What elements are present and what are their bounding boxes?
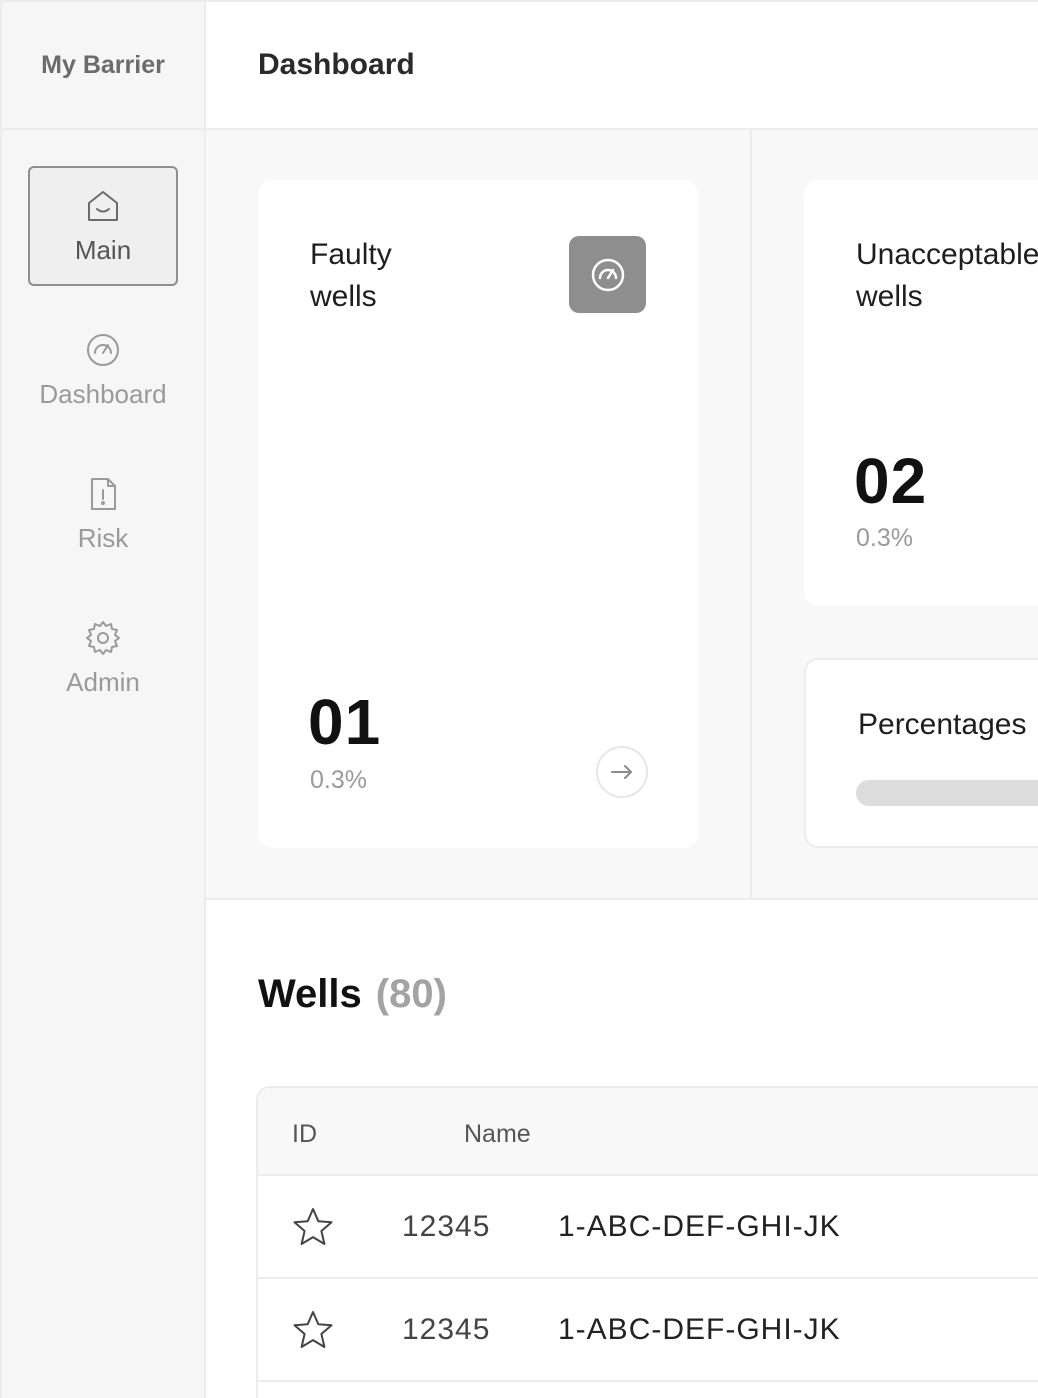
- arrow-right-icon: [611, 765, 632, 779]
- sidebar-item-dashboard[interactable]: Dashboard: [28, 310, 178, 430]
- home-icon: [88, 190, 118, 221]
- card-title: Percentages: [858, 708, 1027, 741]
- sidebar-item-label: Dashboard: [39, 378, 167, 409]
- sidebar-item-label: Main: [74, 234, 132, 265]
- sidebar-item-label: Risk: [77, 522, 129, 553]
- sidebar: My Barrier Main Dashboard Risk Admin: [0, 0, 206, 1398]
- star-icon[interactable]: [292, 1206, 334, 1248]
- vertical-divider: [750, 130, 752, 900]
- sidebar-item-label: Admin: [66, 666, 140, 697]
- star-icon[interactable]: [292, 1309, 334, 1351]
- card-title: Unacceptable wells: [856, 238, 1038, 313]
- app-root: My Barrier Main Dashboard Risk Admin Das…: [0, 0, 1038, 1398]
- progress-bar: [856, 780, 1038, 806]
- wells-heading: Wells (80): [258, 972, 447, 1017]
- column-header-id[interactable]: ID: [292, 1120, 317, 1149]
- faulty-wells-card[interactable]: Faulty wells 01 0.3%: [258, 180, 698, 848]
- wells-title: Wells: [258, 972, 362, 1016]
- table-header: ID Name: [258, 1088, 1038, 1176]
- gauge-icon: [87, 333, 119, 366]
- open-details-button[interactable]: [596, 746, 648, 798]
- cell-name: 1-ABC-DEF-GHI-JK: [558, 1313, 841, 1346]
- brand-name: My Barrier: [2, 2, 204, 130]
- cell-id: 12345: [402, 1210, 491, 1243]
- wells-table: ID Name 12345 1-ABC-DEF-GHI-JK 12345 1-A…: [256, 1086, 1038, 1398]
- sidebar-item-risk[interactable]: Risk: [28, 454, 178, 574]
- sidebar-nav: Main Dashboard Risk Admin: [2, 130, 204, 718]
- gear-icon: [86, 620, 120, 655]
- page-title: Dashboard: [258, 48, 415, 81]
- card-percent: 0.3%: [310, 766, 367, 794]
- card-badge: [569, 236, 646, 313]
- table-row[interactable]: 12345 1-ABC-DEF-GHI-JK: [258, 1279, 1038, 1382]
- file-alert-icon: [91, 477, 116, 510]
- card-title: Faulty wells: [310, 238, 392, 313]
- unacceptable-wells-card[interactable]: Unacceptable wells 02 0.3%: [804, 180, 1038, 606]
- sidebar-item-main[interactable]: Main: [28, 166, 178, 286]
- card-percent: 0.3%: [856, 524, 913, 552]
- card-value: 01: [308, 686, 382, 758]
- cell-name: 1-ABC-DEF-GHI-JK: [558, 1210, 841, 1243]
- sidebar-item-admin[interactable]: Admin: [28, 598, 178, 718]
- cell-id: 12345: [402, 1313, 491, 1346]
- stats-section: Faulty wells 01 0.3% Unacceptable wells …: [206, 130, 1038, 900]
- top-header: Dashboard: [206, 0, 1038, 130]
- card-value: 02: [854, 445, 928, 517]
- percentages-card: Percentages: [804, 658, 1038, 848]
- column-header-name[interactable]: Name: [464, 1120, 531, 1149]
- wells-count: (80): [375, 972, 447, 1016]
- table-row[interactable]: 12345 1-ABC-DEF-GHI-JK: [258, 1176, 1038, 1279]
- gauge-icon: [591, 258, 624, 291]
